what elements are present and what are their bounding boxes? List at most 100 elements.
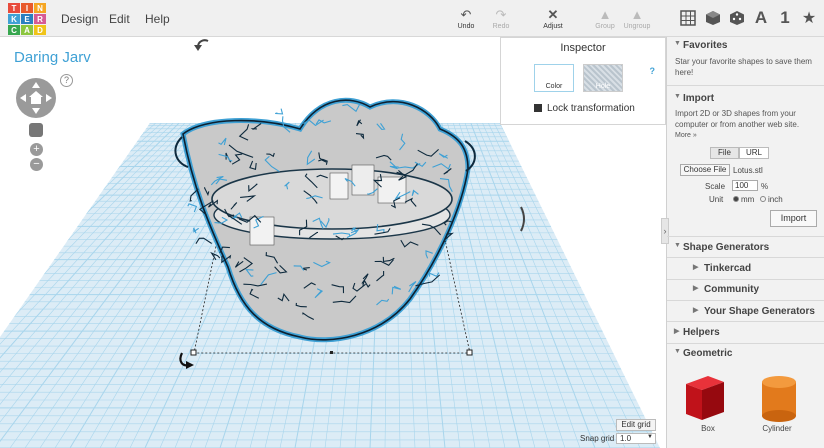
file-name: Lotus.stl	[733, 166, 763, 175]
text-shape-icon[interactable]: A	[750, 7, 772, 29]
unit-label: Unit	[709, 195, 724, 204]
lock-icon	[534, 104, 542, 112]
shape-generators-title: Shape Generators	[683, 242, 770, 253]
generator-community[interactable]: ▶ Community	[667, 284, 824, 295]
ungroup-button[interactable]: ▲ Ungroup	[620, 7, 654, 30]
unit-inch-radio[interactable]: inch	[760, 195, 783, 204]
generator-tinkercad[interactable]: ▶ Tinkercad	[667, 263, 824, 274]
dice-view-icon[interactable]	[726, 7, 748, 29]
import-section: ▼ Import Import 2D or 3D shapes from your…	[667, 93, 824, 141]
helpers-section: ▶ Helpers	[667, 327, 824, 338]
import-title: Import	[683, 93, 715, 104]
cube-view-icon[interactable]	[702, 7, 724, 29]
divider	[667, 343, 824, 344]
logo-letter: D	[34, 25, 46, 35]
menu-design[interactable]: Design	[61, 12, 98, 26]
radio-icon	[733, 196, 739, 202]
selection-handle[interactable]	[190, 349, 197, 356]
inspector-title: Inspector	[560, 42, 606, 54]
snap-grid-value: 1.0	[620, 434, 632, 443]
help-icon[interactable]: ?	[60, 74, 73, 87]
import-header[interactable]: ▼ Import	[667, 93, 824, 104]
more-link[interactable]: More »	[667, 130, 824, 141]
import-button[interactable]: Import	[770, 210, 817, 227]
adjust-button[interactable]: ✕ Adjust	[536, 7, 570, 30]
chevron-down-icon: ▼	[674, 40, 681, 47]
zoom-out-button[interactable]: −	[30, 158, 43, 171]
generator-label: Tinkercad	[704, 263, 752, 274]
rotate-arrow-icon[interactable]	[194, 45, 202, 51]
logo-letter: N	[34, 3, 46, 13]
home-icon	[29, 91, 43, 104]
generator-label: Community	[704, 284, 759, 295]
logo-letter: T	[8, 3, 20, 13]
ungroup-icon: ▲	[630, 7, 644, 22]
chevron-down-icon: ▼	[647, 434, 653, 440]
redo-icon: ↷	[495, 7, 507, 22]
adjust-label: Adjust	[543, 23, 563, 30]
favorites-header[interactable]: ▼ Favorites	[667, 40, 824, 51]
inspector-help-icon[interactable]: ?	[650, 66, 656, 76]
generator-label: Your Shape Generators	[704, 306, 815, 317]
color-swatch[interactable]: Color	[534, 64, 574, 92]
design-title[interactable]: Daring Jarv	[14, 49, 91, 66]
generator-yours[interactable]: ▶ Your Shape Generators	[667, 306, 824, 317]
star-icon[interactable]: ★	[798, 7, 820, 29]
tab-file[interactable]: File	[710, 147, 739, 159]
undo-button[interactable]: ↶ Undo	[449, 7, 483, 30]
lock-transformation-toggle[interactable]: Lock transformation	[534, 103, 635, 114]
redo-label: Redo	[492, 23, 510, 30]
geometric-header[interactable]: ▼ Geometric	[667, 348, 824, 359]
grid-view-icon[interactable]	[677, 7, 699, 29]
divider	[667, 279, 824, 280]
selection-handle[interactable]	[330, 351, 333, 354]
chevron-right-icon: ▶	[693, 285, 699, 292]
view-orbit-control[interactable]	[16, 78, 56, 118]
chevron-down-icon: ▼	[674, 93, 681, 100]
inspector-panel: Inspector Color Hole ? Lock transformati…	[500, 37, 666, 125]
divider	[667, 85, 824, 86]
sidebar-collapse-tab[interactable]: ›	[661, 218, 669, 244]
selection-handle[interactable]	[466, 349, 473, 356]
cylinder-shape[interactable]	[762, 376, 796, 422]
tinkercad-logo[interactable]: TIN KER CAD	[8, 3, 46, 35]
undo-icon: ↶	[460, 7, 472, 22]
geometric-section: ▼ Geometric	[667, 348, 824, 359]
menu-help[interactable]: Help	[145, 12, 170, 26]
logo-letter: I	[21, 3, 33, 13]
import-text: Import 2D or 3D shapes from your compute…	[675, 109, 800, 129]
favorites-title: Favorites	[683, 40, 728, 51]
hole-swatch[interactable]: Hole	[583, 64, 623, 92]
view-cube-icon[interactable]	[29, 123, 43, 137]
group-icon: ▲	[598, 7, 612, 22]
scale-input[interactable]: 100	[732, 180, 758, 191]
cylinder-label: Cylinder	[762, 424, 792, 433]
radio-icon	[760, 196, 766, 202]
unit-mm-radio[interactable]: mm	[733, 195, 754, 204]
redo-button[interactable]: ↷ Redo	[484, 7, 518, 30]
divider	[667, 300, 824, 301]
group-button[interactable]: ▲ Group	[588, 7, 622, 30]
chevron-right-icon: ▶	[674, 328, 680, 335]
number-shape-icon[interactable]: 1	[774, 7, 796, 29]
box-label: Box	[701, 424, 715, 433]
box-shape[interactable]	[686, 376, 724, 420]
top-toolbar: TINKERCAD Design Edit Help ↶ Undo ↷ Redo…	[0, 0, 824, 37]
helpers-header[interactable]: ▶ Helpers	[667, 327, 824, 338]
chevron-down-icon: ▼	[674, 348, 681, 355]
group-label: Group	[595, 23, 615, 30]
tab-url[interactable]: URL	[739, 147, 769, 159]
shape-generators-header[interactable]: ▼ Shape Generators	[667, 242, 824, 253]
snap-grid-select[interactable]: 1.0 ▼	[616, 433, 656, 444]
chevron-down-icon: ▼	[674, 242, 681, 249]
choose-file-button[interactable]: Choose File	[680, 164, 730, 176]
divider	[667, 236, 824, 237]
ungroup-label: Ungroup	[623, 23, 651, 30]
zoom-in-button[interactable]: +	[30, 143, 43, 156]
unit-mm-label: mm	[741, 195, 755, 204]
divider	[667, 257, 824, 258]
orbit-arrows-icon	[20, 82, 52, 114]
edit-grid-button[interactable]: Edit grid	[616, 419, 656, 431]
menu-edit[interactable]: Edit	[109, 12, 130, 26]
logo-letter: E	[21, 14, 33, 24]
